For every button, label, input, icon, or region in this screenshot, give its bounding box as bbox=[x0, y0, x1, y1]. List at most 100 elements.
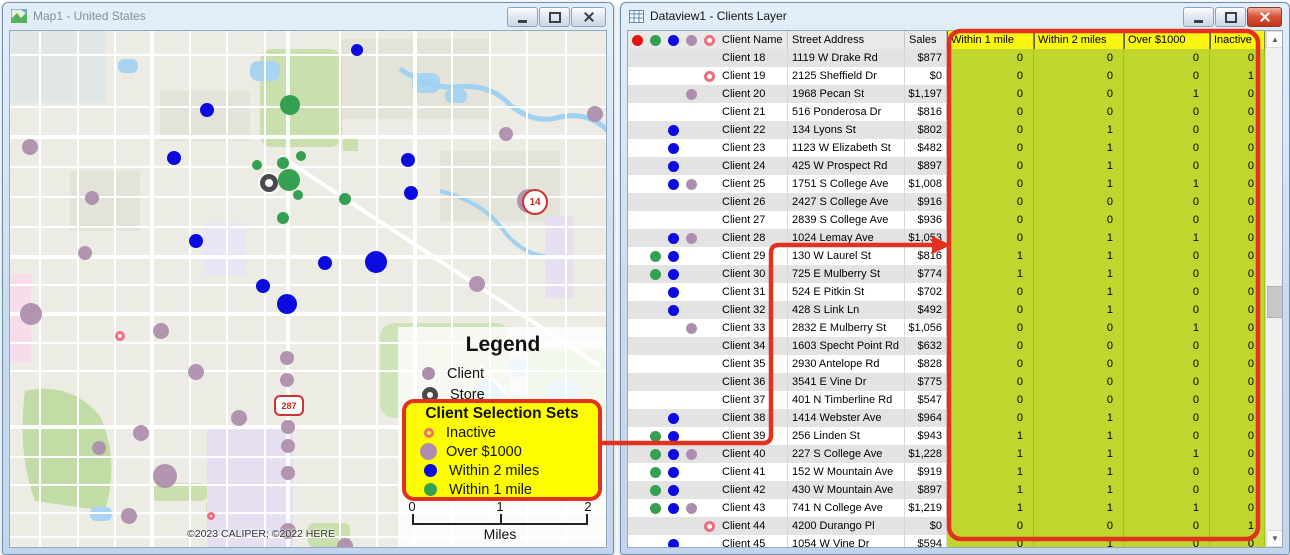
table-row[interactable]: Client 381414 Webster Ave$9640100 bbox=[628, 409, 1265, 427]
within2-client-marker[interactable] bbox=[365, 251, 387, 273]
client-marker[interactable] bbox=[85, 191, 99, 205]
scroll-up-button[interactable]: ▲ bbox=[1266, 31, 1283, 48]
column-header-client-name[interactable]: Client Name bbox=[718, 31, 788, 49]
dataview-window-titlebar[interactable]: Dataview1 - Clients Layer bbox=[621, 3, 1289, 29]
inactive-client-marker[interactable] bbox=[207, 512, 215, 520]
table-row[interactable]: Client 43741 N College Ave$1,2191110 bbox=[628, 499, 1265, 517]
map-window-titlebar[interactable]: Map1 - United States bbox=[3, 3, 613, 29]
table-row[interactable]: Client 192125 Sheffield Dr$00001 bbox=[628, 67, 1265, 85]
table-row[interactable]: Client 32428 S Link Ln$4920100 bbox=[628, 301, 1265, 319]
table-row[interactable]: Client 41152 W Mountain Ave$9191100 bbox=[628, 463, 1265, 481]
client-marker[interactable] bbox=[20, 303, 42, 325]
column-header-within-1-mile[interactable]: Within 1 mile bbox=[947, 31, 1034, 49]
table-row[interactable]: Client 31524 E Pitkin St$7020100 bbox=[628, 283, 1265, 301]
close-icon bbox=[584, 12, 594, 22]
client-marker[interactable] bbox=[587, 106, 603, 122]
column-header-sales[interactable]: Sales bbox=[905, 31, 947, 49]
table-row[interactable]: Client 332832 E Mulberry St$1,0560010 bbox=[628, 319, 1265, 337]
table-row[interactable]: Client 451054 W Vine Dr$5940100 bbox=[628, 535, 1265, 547]
table-row[interactable]: Client 272839 S College Ave$9360000 bbox=[628, 211, 1265, 229]
table-row[interactable]: Client 37401 N Timberline Rd$5470000 bbox=[628, 391, 1265, 409]
column-header-over-1000[interactable]: Over $1000 bbox=[1124, 31, 1210, 49]
table-row[interactable]: Client 22134 Lyons St$8020100 bbox=[628, 121, 1265, 139]
within2-client-marker[interactable] bbox=[200, 103, 214, 117]
within2-client-marker[interactable] bbox=[189, 234, 203, 248]
within2-client-marker[interactable] bbox=[318, 256, 332, 270]
maximize-button[interactable] bbox=[1215, 7, 1246, 27]
client-marker[interactable] bbox=[499, 127, 513, 141]
within2-client-marker[interactable] bbox=[277, 294, 297, 314]
scroll-down-button[interactable]: ▼ bbox=[1266, 530, 1283, 547]
table-row[interactable]: Client 40227 S College Ave$1,2281110 bbox=[628, 445, 1265, 463]
within2-client-marker[interactable] bbox=[256, 279, 270, 293]
within1-client-marker[interactable] bbox=[278, 169, 300, 191]
table-row[interactable]: Client 24425 W Prospect Rd$8970100 bbox=[628, 157, 1265, 175]
client-marker[interactable] bbox=[121, 508, 137, 524]
within1-client-marker[interactable] bbox=[277, 212, 289, 224]
maximize-button[interactable] bbox=[539, 7, 570, 27]
within2-client-marker[interactable] bbox=[167, 151, 181, 165]
within1-client-marker[interactable] bbox=[293, 190, 303, 200]
table-row[interactable]: Client 251751 S College Ave$1,0080110 bbox=[628, 175, 1265, 193]
table-row[interactable]: Client 363541 E Vine Dr$7750000 bbox=[628, 373, 1265, 391]
within1-client-marker[interactable] bbox=[277, 157, 289, 169]
column-header-inactive[interactable]: Inactive bbox=[1210, 31, 1265, 49]
table-row[interactable]: Client 341603 Specht Point Rd$6320000 bbox=[628, 337, 1265, 355]
set-indicator-cell bbox=[682, 67, 700, 85]
close-button[interactable] bbox=[571, 7, 606, 27]
table-row[interactable]: Client 30725 E Mulberry St$7741100 bbox=[628, 265, 1265, 283]
within-1-mile-value: 0 bbox=[947, 121, 1034, 139]
within1-client-marker[interactable] bbox=[252, 160, 262, 170]
table-row[interactable]: Client 231123 W Elizabeth St$4820100 bbox=[628, 139, 1265, 157]
column-header-street-address[interactable]: Street Address bbox=[788, 31, 905, 49]
table-row[interactable]: Client 201968 Pecan St$1,1970010 bbox=[628, 85, 1265, 103]
scrollbar-thumb[interactable] bbox=[1267, 286, 1283, 318]
client-marker[interactable] bbox=[153, 323, 169, 339]
scale-tick: 2 bbox=[584, 499, 591, 514]
within1-client-marker[interactable] bbox=[296, 151, 306, 161]
within1-client-marker[interactable] bbox=[339, 193, 351, 205]
minimize-button[interactable] bbox=[1183, 7, 1214, 27]
selection-header-over1000[interactable] bbox=[682, 31, 700, 49]
close-button[interactable] bbox=[1247, 7, 1282, 27]
within1-client-marker[interactable] bbox=[280, 95, 300, 115]
vertical-scrollbar[interactable]: ▲ ▼ bbox=[1265, 31, 1283, 547]
inactive-client-marker[interactable] bbox=[115, 331, 125, 341]
within2-client-marker[interactable] bbox=[401, 153, 415, 167]
client-marker[interactable] bbox=[280, 373, 294, 387]
table-row[interactable]: Client 352930 Antelope Rd$8280000 bbox=[628, 355, 1265, 373]
client-marker[interactable] bbox=[153, 464, 177, 488]
selection-header-within2[interactable] bbox=[664, 31, 682, 49]
client-marker[interactable] bbox=[281, 420, 295, 434]
client-marker[interactable] bbox=[22, 139, 38, 155]
map-content[interactable]: 14 287 Legend Client Store bbox=[9, 30, 607, 548]
within2-client-marker[interactable] bbox=[404, 186, 418, 200]
store-marker[interactable] bbox=[260, 174, 278, 192]
selection-header-within1[interactable] bbox=[646, 31, 664, 49]
client-marker[interactable] bbox=[188, 364, 204, 380]
column-header-within-2-miles[interactable]: Within 2 miles bbox=[1034, 31, 1124, 49]
within2-client-marker[interactable] bbox=[351, 44, 363, 56]
client-marker[interactable] bbox=[280, 351, 294, 365]
table-row[interactable]: Client 262427 S College Ave$9160000 bbox=[628, 193, 1265, 211]
street-address: 130 W Laurel St bbox=[788, 247, 905, 265]
client-marker[interactable] bbox=[281, 439, 295, 453]
minimize-button[interactable] bbox=[507, 7, 538, 27]
table-row[interactable]: Client 281024 Lemay Ave$1,0530110 bbox=[628, 229, 1265, 247]
client-marker[interactable] bbox=[469, 276, 485, 292]
client-marker[interactable] bbox=[133, 425, 149, 441]
table-row[interactable]: Client 444200 Durango Pl$00001 bbox=[628, 517, 1265, 535]
client-marker[interactable] bbox=[231, 410, 247, 426]
client-marker[interactable] bbox=[337, 538, 353, 548]
selection-header-red[interactable] bbox=[628, 31, 646, 49]
table-row[interactable]: Client 181119 W Drake Rd$8770000 bbox=[628, 49, 1265, 67]
map-canvas[interactable]: 14 287 Legend Client Store bbox=[10, 31, 606, 547]
table-row[interactable]: Client 29130 W Laurel St$8161100 bbox=[628, 247, 1265, 265]
client-marker[interactable] bbox=[78, 246, 92, 260]
table-row[interactable]: Client 42430 W Mountain Ave$8971100 bbox=[628, 481, 1265, 499]
selection-header-inactive[interactable] bbox=[700, 31, 718, 49]
client-marker[interactable] bbox=[92, 441, 106, 455]
table-row[interactable]: Client 39256 Linden St$9431100 bbox=[628, 427, 1265, 445]
client-marker[interactable] bbox=[281, 466, 295, 480]
table-row[interactable]: Client 21516 Ponderosa Dr$8160000 bbox=[628, 103, 1265, 121]
